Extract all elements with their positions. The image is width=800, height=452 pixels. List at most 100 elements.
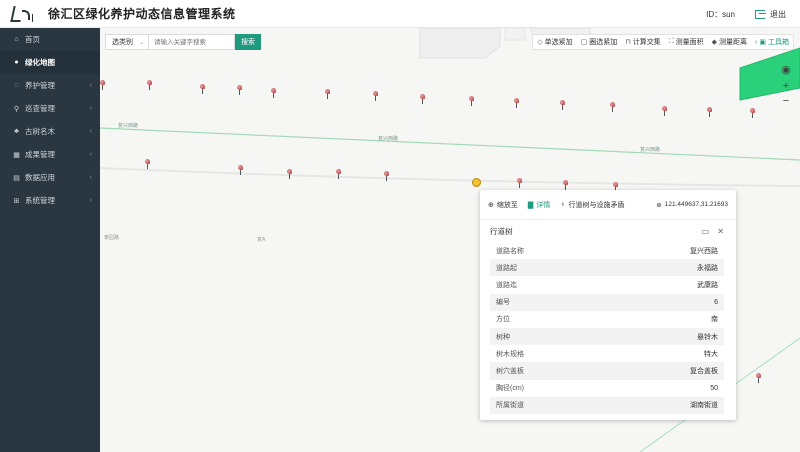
tree-marker[interactable]: [707, 107, 713, 117]
attr-key: 所属街道: [490, 396, 607, 414]
circle-select-tool[interactable]: ▢ 圈选紧加: [581, 37, 618, 47]
sidebar-item-label: 巡查管理: [25, 104, 55, 113]
conflict-button[interactable]: ♁ 行道树与设施矛盾: [560, 200, 624, 210]
tree-marker[interactable]: [469, 96, 475, 106]
attr-key: 胸径(cm): [496, 385, 524, 393]
tree-marker[interactable]: [145, 159, 151, 169]
user-id: ID：sun: [706, 9, 735, 20]
popup-section-title: 行道树: [490, 226, 513, 236]
home-icon: ⌂: [14, 36, 19, 43]
tree-marker[interactable]: [325, 89, 331, 99]
locate-icon: ◉: [781, 63, 791, 76]
sidebar-item-label: 成果管理: [25, 150, 55, 159]
tool-label: 测量面积: [675, 39, 704, 46]
tree-marker[interactable]: [563, 180, 569, 190]
sidebar-item-system[interactable]: ⊞ 系统管理 ‹: [0, 189, 100, 212]
tree-marker[interactable]: [517, 178, 523, 188]
chevron-left-icon: ‹: [89, 128, 92, 135]
app-header: 徐汇区绿化养护动态信息管理系统 ID：sun 退出: [0, 0, 800, 28]
tree-marker[interactable]: [287, 169, 293, 179]
sidebar-item-patrol[interactable]: ⚲ 巡查管理 ‹: [0, 97, 100, 120]
single-select-tool[interactable]: ◇ 单选紧加: [537, 37, 572, 47]
sidebar-item-label: 数据应用: [25, 173, 55, 182]
sidebar-item-label: 养护管理: [25, 81, 55, 90]
tree-marker[interactable]: [662, 106, 668, 116]
table-row: 树木规格 特大: [490, 345, 724, 362]
sidebar-item-maintenance[interactable]: ◌ 养护管理 ‹: [0, 74, 100, 97]
poi-label: 泰园路: [104, 235, 120, 241]
tree-marker[interactable]: [756, 373, 762, 383]
table-row: 方位 南: [490, 311, 724, 328]
zoom-out-button[interactable]: −: [778, 94, 794, 108]
close-icon[interactable]: ✕: [717, 227, 724, 236]
sidebar-nav: ⌂ 首页 ● 绿化地图 ◌ 养护管理 ‹ ⚲ 巡查管理 ‹ ♣ 古树名木 ‹ ▦…: [0, 28, 100, 452]
sidebar-item-green-map[interactable]: ● 绿化地图: [0, 51, 100, 74]
bulb-icon: ♁: [560, 201, 566, 208]
attr-value: 悬铃木: [607, 327, 724, 346]
globe-icon: ⊛: [656, 201, 662, 209]
tree-marker[interactable]: [420, 94, 426, 104]
tree-marker[interactable]: [271, 88, 277, 98]
tree-marker[interactable]: [514, 98, 520, 108]
tree-marker[interactable]: [384, 171, 390, 181]
tag-icon: ◇: [537, 39, 543, 46]
ruler-icon: ◆: [711, 39, 718, 46]
tree-marker[interactable]: [750, 108, 756, 118]
tool-label: 测量距离: [719, 39, 748, 46]
table-row: 道路起 永福路: [490, 259, 724, 277]
tool-label: 计算交集: [632, 39, 661, 46]
tree-marker[interactable]: [147, 80, 153, 90]
document-icon: ▇: [527, 201, 534, 209]
table-row: 道路迄 武康路: [490, 276, 724, 293]
area-icon: ⛶: [668, 38, 674, 45]
intersect-icon: ⊓: [625, 39, 631, 46]
detail-label: 详情: [536, 201, 551, 209]
table-row: 胸径(cm) 50: [490, 380, 724, 397]
map-canvas[interactable]: 复兴西路 复兴西路 复兴西路 泰园路 复A 选类别 ⌄ 搜索 ◇ 单选紧加 ▢ …: [100, 28, 800, 452]
search-button[interactable]: 搜索: [235, 34, 261, 50]
conflict-label: 行道树与设施矛盾: [568, 201, 625, 209]
tree-marker[interactable]: [560, 100, 566, 110]
sidebar-item-data-apps[interactable]: ▤ 数据应用 ‹: [0, 166, 100, 189]
logout-button[interactable]: 退出: [755, 9, 786, 20]
tree-marker[interactable]: [336, 169, 342, 179]
chevron-left-icon: ‹: [755, 38, 758, 46]
sidebar-item-results[interactable]: ▦ 成果管理 ‹: [0, 143, 100, 166]
tree-marker[interactable]: [610, 102, 616, 112]
attr-key: 树木规格: [496, 350, 524, 358]
attr-value: 复合盖板: [607, 362, 724, 380]
tree-marker[interactable]: [200, 84, 206, 94]
category-select[interactable]: 选类别 ⌄: [105, 34, 149, 50]
sidebar-item-ancient-trees[interactable]: ♣ 古树名木 ‹: [0, 120, 100, 143]
measure-distance-tool[interactable]: ◆ 测量距离: [712, 37, 747, 47]
tree-marker[interactable]: [238, 165, 244, 175]
sidebar-item-label: 首页: [25, 35, 40, 44]
tree-marker[interactable]: [237, 85, 243, 95]
toolbox-tool[interactable]: ‹ ▣ 工具箱: [755, 37, 789, 47]
sidebar-item-home[interactable]: ⌂ 首页: [0, 28, 100, 51]
tree-marker[interactable]: [373, 91, 379, 101]
intersect-tool[interactable]: ⊓ 计算交集: [625, 37, 660, 47]
attr-value: 6: [607, 293, 724, 311]
search-icon: ⚲: [13, 105, 20, 113]
category-select-label: 选类别: [112, 39, 133, 46]
table-row: 树种 悬铃木: [490, 327, 724, 346]
selected-tree-marker[interactable]: [472, 178, 481, 187]
logout-icon: [755, 9, 766, 19]
chevron-left-icon: ‹: [89, 82, 92, 89]
attr-key: 道路起: [490, 259, 607, 277]
sidebar-item-label: 系统管理: [25, 196, 55, 205]
search-input[interactable]: [149, 34, 235, 50]
tool-label: 圈选紧加: [589, 39, 618, 46]
tree-marker[interactable]: [100, 80, 106, 90]
tool-label: 单选紧加: [544, 39, 573, 46]
detail-button[interactable]: ▇ 详情: [528, 200, 550, 210]
table-row: 树穴盖板 复合盖板: [490, 362, 724, 380]
map-toolbar: ◇ 单选紧加 ▢ 圈选紧加 ⊓ 计算交集 ⛶ 测量面积 ◆ 测量距离 ‹ ▣ 工…: [532, 34, 794, 50]
maximize-icon[interactable]: ▭: [702, 227, 710, 236]
zoom-to-button[interactable]: ⊕ 缩放至: [488, 200, 518, 210]
attr-key: 编号: [490, 293, 607, 311]
measure-area-tool[interactable]: ⛶ 测量面积: [669, 37, 704, 47]
zoom-in-button[interactable]: +: [778, 79, 794, 93]
locate-button[interactable]: ◉: [778, 62, 794, 76]
